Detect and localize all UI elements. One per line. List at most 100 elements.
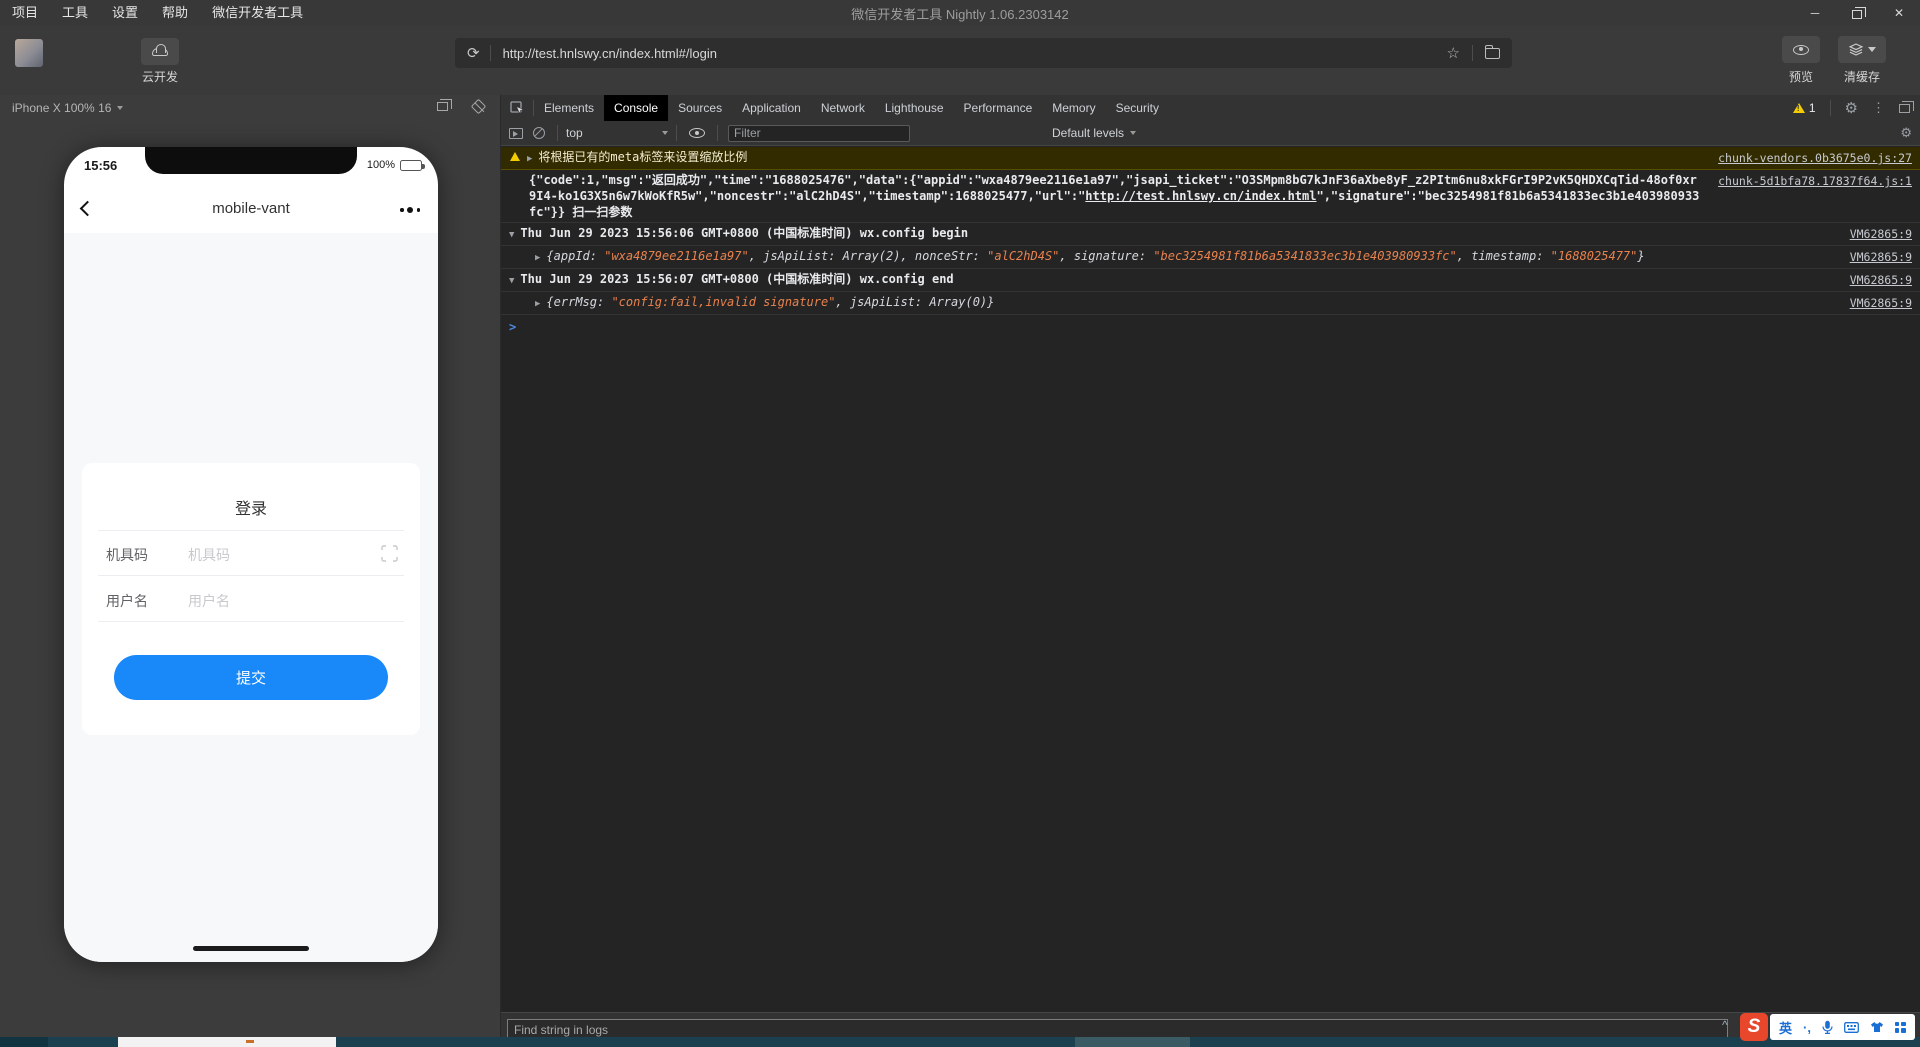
live-expression-icon[interactable] bbox=[689, 128, 705, 138]
console-prompt-icon: > bbox=[509, 320, 517, 334]
multi-window-icon[interactable] bbox=[437, 99, 452, 111]
ime-punctuation-button[interactable]: ·, bbox=[1803, 1020, 1811, 1035]
favorite-star-icon[interactable]: ☆ bbox=[1447, 44, 1460, 62]
tab-lighthouse[interactable]: Lighthouse bbox=[875, 95, 954, 121]
console-message: {appId: "wxa4879ee2116e1a97", jsApiList:… bbox=[546, 248, 1831, 264]
page-background: 登录 机具码 机具码 用户名 用户名 提交 bbox=[64, 233, 438, 962]
message-text: {errMsg: bbox=[546, 295, 612, 309]
console-row-obj[interactable]: ▶ {appId: "wxa4879ee2116e1a97", jsApiList… bbox=[501, 246, 1920, 269]
microphone-icon[interactable] bbox=[1822, 1020, 1833, 1034]
rotate-device-icon[interactable] bbox=[470, 98, 487, 115]
battery-percent: 100% bbox=[366, 159, 395, 171]
console-row-json[interactable]: {"code":1,"msg":"返回成功","time":"168802547… bbox=[501, 170, 1920, 223]
context-label: top bbox=[566, 126, 583, 140]
divider bbox=[676, 125, 677, 141]
strip-segment bbox=[1075, 1037, 1190, 1047]
phone-notch bbox=[145, 147, 357, 174]
source-link[interactable]: VM62865:9 bbox=[1850, 248, 1912, 265]
source-link[interactable]: VM62865:9 bbox=[1850, 294, 1912, 311]
submit-button[interactable]: 提交 bbox=[114, 655, 388, 700]
tab-application[interactable]: Application bbox=[732, 95, 811, 121]
field-placeholder[interactable]: 机具码 bbox=[188, 545, 230, 565]
refresh-icon[interactable]: ⟳ bbox=[467, 44, 480, 62]
ime-toolbar: S 英 ·, bbox=[1740, 1012, 1915, 1042]
scan-icon-button[interactable] bbox=[381, 545, 398, 567]
battery-icon bbox=[400, 159, 425, 171]
tab-sources[interactable]: Sources bbox=[668, 95, 732, 121]
tab-console[interactable]: Console bbox=[604, 95, 669, 121]
console-row-obj[interactable]: ▶ {errMsg: "config:fail,invalid signature… bbox=[501, 292, 1920, 315]
console-row-warning[interactable]: ▶ 将根据已有的meta标签来设置缩放比例 chunk-vendors.0b3675… bbox=[501, 147, 1920, 170]
form-field[interactable]: 机具码 机具码 bbox=[82, 530, 420, 576]
main-toolbar: 云开发 ⟳ http://test.hnlswy.cn/index.html#/… bbox=[0, 26, 1920, 95]
source-link[interactable]: chunk-5d1bfa78.17837f64.js:1 bbox=[1718, 172, 1912, 189]
clear-cache-button[interactable] bbox=[1838, 36, 1886, 63]
message-text: } bbox=[1637, 249, 1645, 263]
tab-memory[interactable]: Memory bbox=[1042, 95, 1105, 121]
layers-icon bbox=[1848, 43, 1863, 56]
field-placeholder[interactable]: 用户名 bbox=[188, 591, 230, 611]
undock-icon[interactable] bbox=[1899, 100, 1914, 113]
scan-icon bbox=[381, 545, 398, 562]
expand-arrow-icon[interactable]: ▶ bbox=[535, 296, 540, 312]
ime-menu-grid-icon[interactable] bbox=[1894, 1021, 1906, 1033]
devtools-tabbar-right: 1 ⚙ ⋮ bbox=[1792, 99, 1920, 117]
console-row-prompt[interactable]: > bbox=[501, 315, 1920, 337]
console-row-group[interactable]: ▼ Thu Jun 29 2023 15:56:06 GMT+0800 (中国标准… bbox=[501, 223, 1920, 246]
keyboard-icon[interactable] bbox=[1844, 1021, 1859, 1033]
console-row-group[interactable]: ▼ Thu Jun 29 2023 15:56:07 GMT+0800 (中国标准… bbox=[501, 269, 1920, 292]
console-logs: ▶ 将根据已有的meta标签来设置缩放比例 chunk-vendors.0b3675… bbox=[501, 147, 1920, 1012]
menu-item[interactable]: 项目 bbox=[0, 0, 50, 26]
app-window: 项目 工具 设置 帮助 微信开发者工具 微信开发者工具 Nightly 1.06.230… bbox=[0, 0, 1920, 1047]
skin-tshirt-icon[interactable] bbox=[1870, 1021, 1884, 1033]
source-link[interactable]: VM62865:9 bbox=[1850, 271, 1912, 288]
menu-item[interactable]: 设置 bbox=[100, 0, 150, 26]
execution-context-selector[interactable]: top bbox=[558, 126, 676, 140]
warnings-badge[interactable]: 1 bbox=[1792, 101, 1816, 115]
menu-item[interactable]: 微信开发者工具 bbox=[200, 0, 315, 26]
avatar[interactable] bbox=[15, 39, 43, 67]
login-title: 登录 bbox=[234, 501, 267, 518]
url-input[interactable]: http://test.hnlswy.cn/index.html#/login bbox=[503, 46, 1435, 61]
preview-button[interactable] bbox=[1782, 36, 1820, 63]
tab-security[interactable]: Security bbox=[1106, 95, 1169, 121]
more-menu-icon[interactable] bbox=[400, 207, 420, 213]
title-bar: 项目 工具 设置 帮助 微信开发者工具 微信开发者工具 Nightly 1.06.230… bbox=[0, 0, 1920, 26]
device-bar: iPhone X 100% 16 bbox=[0, 95, 500, 121]
expand-arrow-icon[interactable]: ▼ bbox=[509, 273, 514, 289]
ime-collapse-icon[interactable]: ^ bbox=[1722, 1018, 1728, 1032]
sogou-logo[interactable]: S bbox=[1740, 1013, 1768, 1041]
devtools-settings-icon[interactable]: ⚙ bbox=[1845, 99, 1858, 117]
login-card: 登录 机具码 机具码 用户名 用户名 提交 bbox=[82, 463, 420, 735]
ime-mode-button[interactable]: 英 bbox=[1779, 1018, 1792, 1037]
log-levels-selector[interactable]: Default levels bbox=[1052, 126, 1137, 140]
close-button[interactable]: ✕ bbox=[1878, 0, 1920, 26]
inspect-element-icon[interactable] bbox=[510, 101, 525, 115]
expand-arrow-icon[interactable]: ▼ bbox=[509, 227, 514, 243]
eye-icon bbox=[1793, 44, 1809, 55]
home-indicator[interactable] bbox=[193, 946, 309, 951]
tab-elements[interactable]: Elements bbox=[534, 95, 604, 121]
tab-performance[interactable]: Performance bbox=[954, 95, 1043, 121]
form-field[interactable]: 用户名 用户名 bbox=[82, 576, 420, 622]
device-selector[interactable]: iPhone X 100% 16 bbox=[12, 101, 124, 115]
source-link[interactable]: VM62865:9 bbox=[1850, 225, 1912, 242]
clear-console-icon[interactable] bbox=[533, 127, 545, 139]
maximize-button[interactable] bbox=[1836, 0, 1878, 26]
menu-item[interactable]: 工具 bbox=[50, 0, 100, 26]
expand-arrow-icon[interactable]: ▶ bbox=[527, 151, 532, 167]
cloud-dev-button[interactable] bbox=[141, 38, 179, 65]
tab-network[interactable]: Network bbox=[811, 95, 875, 121]
source-link[interactable]: chunk-vendors.0b3675e0.js:27 bbox=[1718, 149, 1912, 166]
folder-icon[interactable] bbox=[1485, 44, 1500, 59]
strip-segment bbox=[118, 1037, 336, 1047]
message-text: {appId: bbox=[546, 249, 605, 263]
console-settings-icon[interactable]: ⚙ bbox=[1900, 125, 1912, 141]
console-filter-input[interactable] bbox=[728, 124, 910, 142]
console-sidebar-toggle-icon[interactable] bbox=[509, 127, 523, 139]
minimize-button[interactable]: ─ bbox=[1794, 0, 1836, 26]
expand-arrow-icon[interactable]: ▶ bbox=[535, 250, 540, 266]
form-fields: 机具码 机具码 用户名 用户名 bbox=[82, 530, 420, 622]
kebab-menu-icon[interactable]: ⋮ bbox=[1872, 100, 1885, 116]
menu-item[interactable]: 帮助 bbox=[150, 0, 200, 26]
